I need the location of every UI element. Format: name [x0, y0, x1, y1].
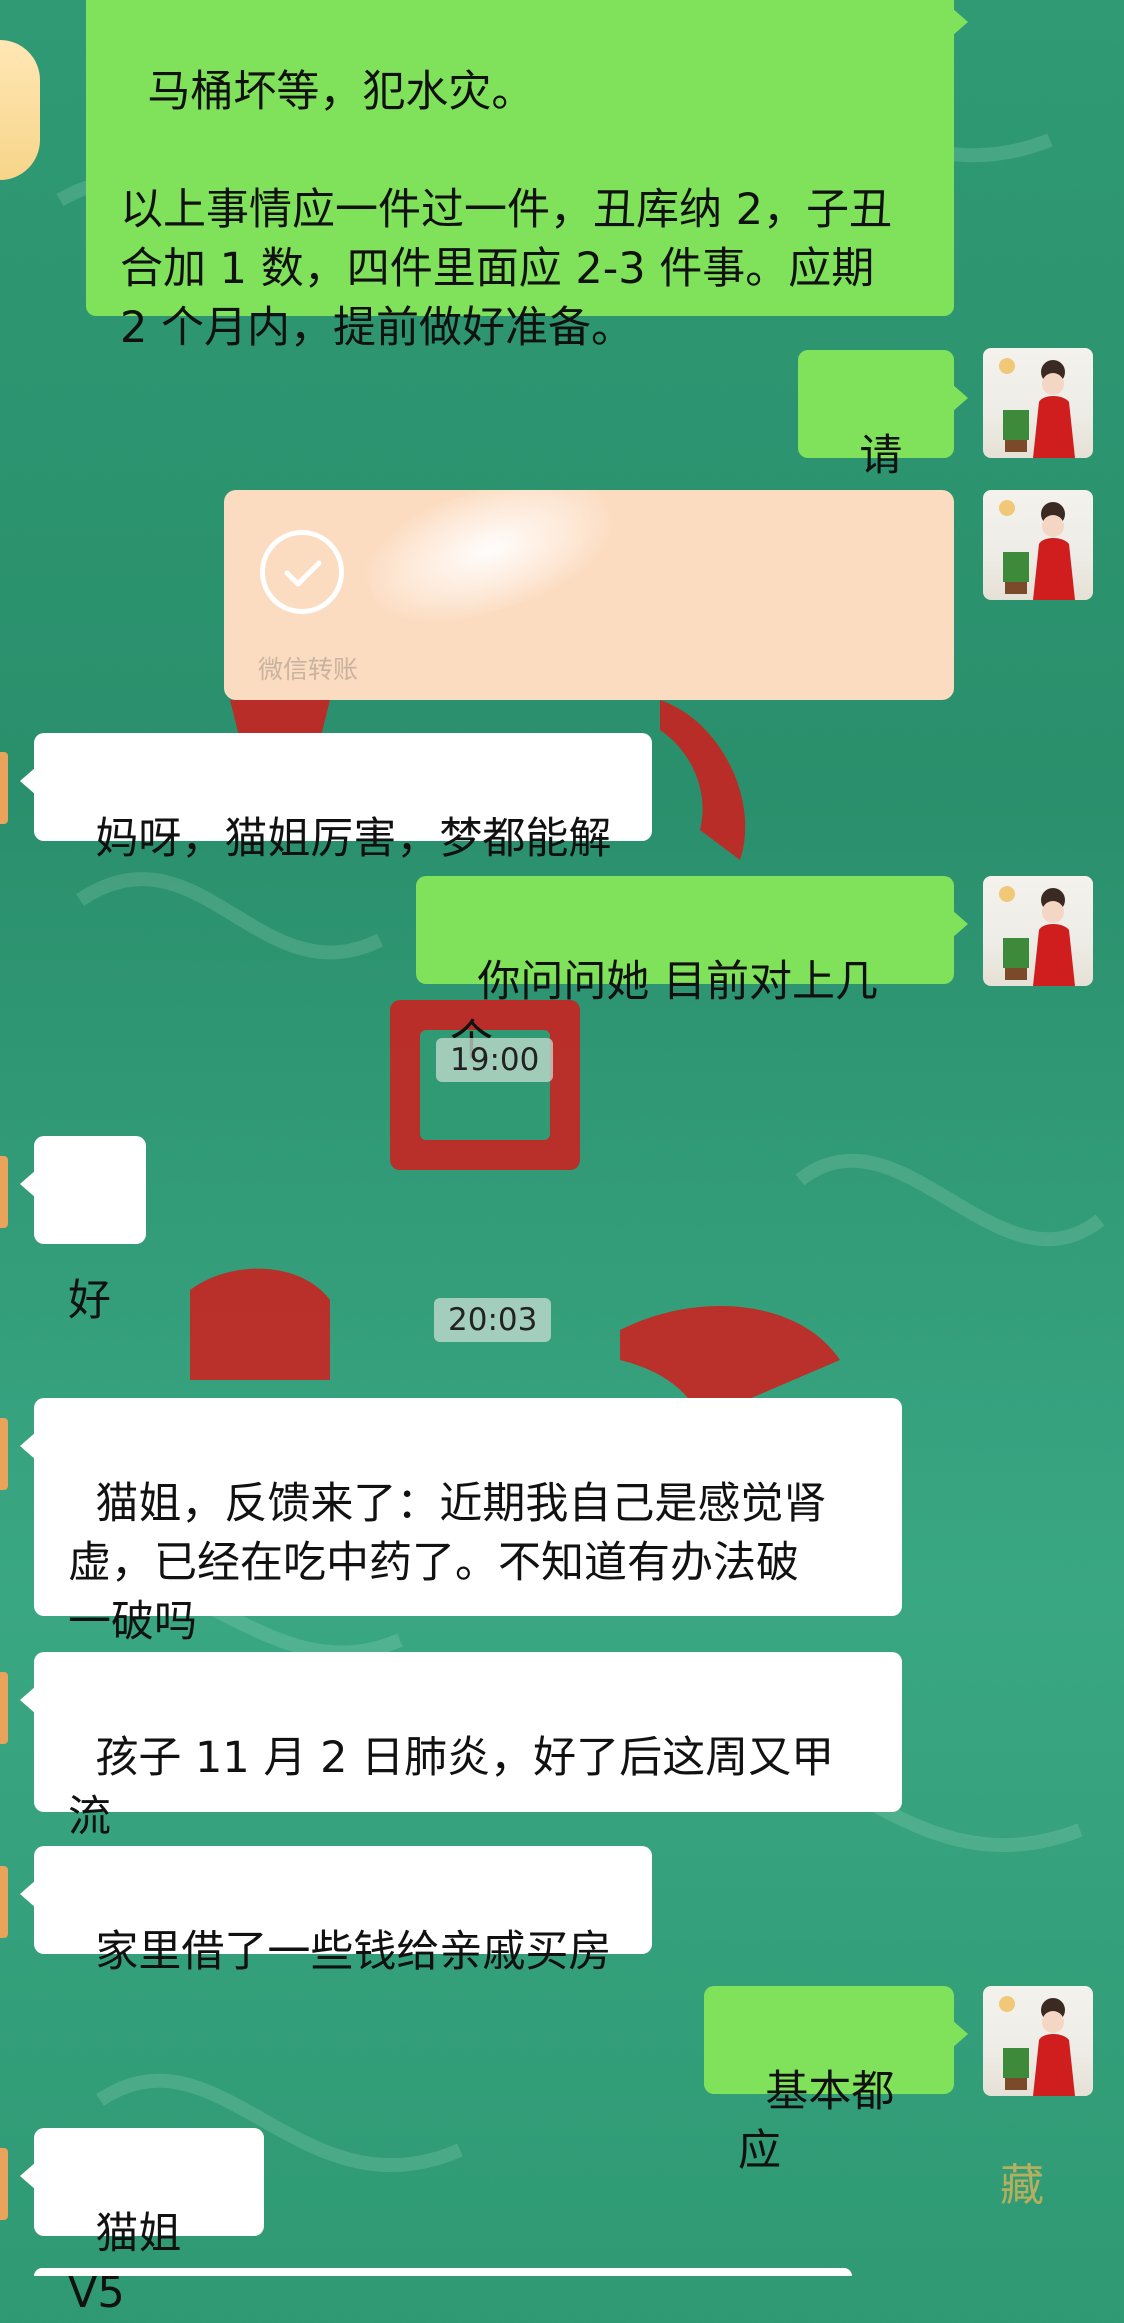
message-bubble-outgoing[interactable]: 请收	[798, 350, 968, 540]
message-bubble-partial	[34, 2268, 852, 2276]
avatar-woman-icon	[999, 500, 1075, 600]
transfer-label: 微信转账	[258, 655, 359, 684]
timestamp: 19:00	[436, 1038, 554, 1082]
message-bubble-incoming[interactable]: 家里借了一些钱给亲戚买房	[20, 1846, 652, 1977]
avatar-left-partial	[0, 1418, 8, 1490]
svg-text:藏: 藏	[1000, 2160, 1044, 2211]
message-text: 家里借了一些钱给亲戚买房	[95, 1927, 612, 1977]
check-circle-icon	[260, 530, 344, 614]
message-bubble-incoming[interactable]: 孩子 11 月 2 日肺炎，好了后这周又甲流 了	[20, 1652, 902, 1901]
message-bubble-incoming[interactable]: 猫姐 V5	[20, 2128, 264, 2318]
avatar[interactable]	[983, 348, 1093, 458]
avatar-woman-icon	[999, 1996, 1075, 2096]
message-bubble-outgoing[interactable]: 你问问她 目前对上几个	[416, 876, 968, 1066]
timestamp-text: 20:03	[448, 1302, 538, 1338]
message-bubble-incoming[interactable]: 妈呀，猫姐厉害，梦都能解	[20, 733, 652, 864]
message-bubble-incoming[interactable]: 猫姐，反馈来了：近期我自己是感觉肾 虚，已经在吃中药了。不知道有办法破 一破吗	[20, 1398, 902, 1647]
avatar-woman-icon	[999, 358, 1075, 458]
message-bubble-outgoing[interactable]: 马桶坏等，犯水灾。 以上事情应一件过一件，丑库纳 2，子丑 合加 1 数，四件里…	[86, 0, 968, 353]
message-text: 基本都应	[738, 2067, 895, 2176]
avatar-left-partial	[0, 752, 8, 824]
avatar[interactable]	[983, 1986, 1093, 2096]
avatar-woman-icon	[999, 886, 1075, 986]
message-bubble-incoming[interactable]: 好	[20, 1136, 146, 1326]
message-text: 妈呀，猫姐厉害，梦都能解	[95, 814, 612, 864]
avatar-partial-left	[0, 40, 40, 180]
timestamp-text: 19:00	[450, 1042, 540, 1078]
wechat-transfer-card[interactable]: 微信转账	[224, 490, 954, 700]
avatar-left-partial	[0, 1672, 8, 1744]
message-text: 猫姐 V5	[68, 2209, 196, 2318]
avatar-left-partial	[0, 1156, 8, 1228]
avatar-left-partial	[0, 2148, 8, 2220]
avatar[interactable]	[983, 876, 1093, 986]
message-text: 猫姐，反馈来了：近期我自己是感觉肾 虚，已经在吃中药了。不知道有办法破 一破吗	[68, 1479, 827, 1647]
timestamp: 20:03	[434, 1298, 552, 1342]
redacted-amount	[351, 490, 627, 646]
avatar-left-partial	[0, 1866, 8, 1938]
message-bubble-outgoing[interactable]: 基本都应	[704, 1986, 968, 2176]
message-text: 好	[68, 1276, 111, 1326]
avatar[interactable]	[983, 490, 1093, 600]
message-text: 马桶坏等，犯水灾。 以上事情应一件过一件，丑库纳 2，子丑 合加 1 数，四件里…	[120, 67, 893, 353]
